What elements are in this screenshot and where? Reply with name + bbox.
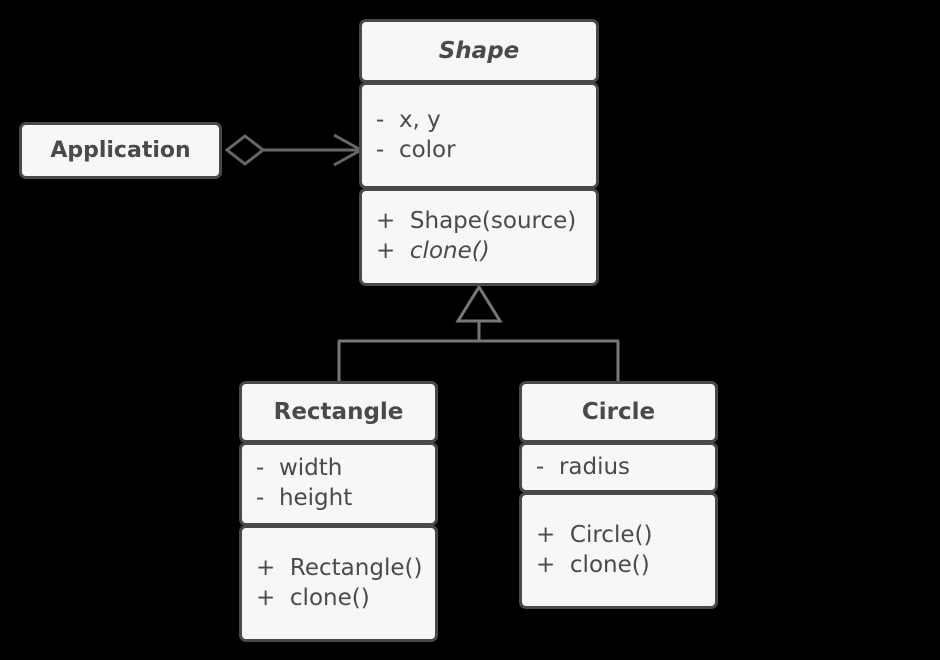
attribute-row: - width [256,454,421,484]
class-box-circle[interactable]: Circle - radius + Circle() + clone() [519,381,718,609]
open-arrow-icon [333,133,365,167]
class-name-application: Application [50,138,191,163]
visibility-marker: + [256,554,283,581]
attribute-row: - radius [536,453,701,483]
method-signature: Circle() [569,521,653,548]
visibility-marker: - [376,136,392,163]
method-row: + clone() [256,584,421,614]
visibility-marker: + [536,551,563,578]
visibility-marker: - [256,455,272,482]
method-signature: Rectangle() [289,554,423,581]
class-box-shape[interactable]: Shape - x, y - color + Shape(source) + c… [359,19,599,286]
class-box-application[interactable]: Application [19,122,222,179]
method-signature: clone() [409,238,490,264]
aggregation-edge-application-shape [224,133,365,167]
method-signature: clone() [569,551,650,578]
visibility-marker: + [376,238,403,264]
class-box-rectangle[interactable]: Rectangle - width - height + Rectangle()… [239,381,438,642]
class-name-rectangle: Rectangle [273,399,404,425]
visibility-marker: - [536,453,552,480]
method-signature: clone() [289,584,370,611]
attribute-row: - color [376,136,582,166]
attribute-signature: x, y [398,106,441,133]
method-row: + Circle() [536,521,701,551]
attributes-compartment-rectangle: - width - height [239,442,438,526]
method-row: + Rectangle() [256,554,423,584]
visibility-marker: + [256,584,283,611]
attribute-signature: height [278,485,353,511]
visibility-marker: - [376,106,392,133]
method-row: + clone() [376,237,582,267]
class-name-circle: Circle [581,399,656,425]
attribute-row: - x, y [376,106,582,136]
class-name-shape: Shape [438,38,520,64]
hollow-triangle-icon [455,284,503,323]
visibility-marker: + [536,521,563,548]
generalization-edge-subclasses-shape [337,284,620,382]
attribute-signature: radius [558,453,631,480]
hollow-diamond-icon [224,134,266,166]
visibility-marker: + [376,208,403,235]
attribute-row: - height [256,484,421,514]
class-title-rectangle: Rectangle [239,381,438,443]
class-title-shape: Shape [359,19,599,83]
methods-compartment-circle: + Circle() + clone() [519,492,718,609]
method-row: + clone() [536,551,701,581]
attribute-signature: color [398,136,456,163]
uml-class-diagram: Application Shape - x, y - color + Shape… [0,0,940,660]
methods-compartment-rectangle: + Rectangle() + clone() [239,525,438,642]
attribute-signature: width [278,455,343,482]
method-row: + Shape(source) [376,207,582,237]
methods-compartment-shape: + Shape(source) + clone() [359,188,599,286]
class-title-circle: Circle [519,381,718,443]
visibility-marker: - [256,485,272,511]
attributes-compartment-circle: - radius [519,442,718,493]
attributes-compartment-shape: - x, y - color [359,82,599,189]
method-signature: Shape(source) [409,208,577,235]
